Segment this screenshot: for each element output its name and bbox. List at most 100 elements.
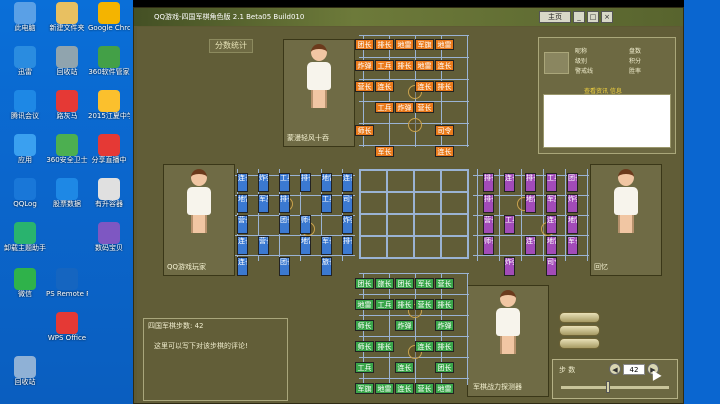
prev-step-button[interactable]: ◀: [609, 363, 621, 375]
desktop-icon[interactable]: 360安全卫士: [46, 134, 88, 164]
chess-piece[interactable]: 工兵: [375, 102, 394, 113]
chess-piece[interactable]: 工兵: [279, 173, 290, 192]
chess-piece[interactable]: 连长: [546, 215, 557, 234]
desktop-icon[interactable]: 卸载主题助手: [4, 222, 46, 252]
chess-piece[interactable]: 军旗: [355, 383, 374, 394]
chess-piece[interactable]: 营长: [415, 299, 434, 310]
chess-piece[interactable]: 团长: [355, 39, 374, 50]
replay-pill-1[interactable]: [559, 312, 600, 323]
chess-piece[interactable]: 营长: [435, 278, 454, 289]
chess-piece[interactable]: 地雷: [546, 236, 557, 255]
chess-piece[interactable]: 地雷: [525, 194, 536, 213]
chess-piece[interactable]: 连长: [504, 173, 515, 192]
chess-piece[interactable]: 排长: [279, 194, 290, 213]
chess-piece[interactable]: 军旗: [546, 194, 557, 213]
chess-piece[interactable]: 排长: [435, 299, 454, 310]
chess-piece[interactable]: 连长: [415, 341, 434, 352]
chess-piece[interactable]: 工兵: [321, 194, 332, 213]
chess-piece[interactable]: 团长: [435, 362, 454, 373]
chess-piece[interactable]: 司令: [342, 194, 353, 213]
chess-piece[interactable]: 排长: [525, 173, 536, 192]
close-button[interactable]: ×: [601, 11, 613, 23]
chess-piece[interactable]: 连长: [435, 146, 454, 157]
desktop-icon[interactable]: 股票数据: [46, 178, 88, 208]
chess-piece[interactable]: 连长: [237, 173, 248, 192]
chess-piece[interactable]: 连长: [395, 362, 414, 373]
chess-piece[interactable]: 团长: [395, 278, 414, 289]
chess-piece[interactable]: 地雷: [395, 39, 414, 50]
chess-piece[interactable]: 连长: [375, 81, 394, 92]
chess-piece[interactable]: 连长: [237, 257, 248, 276]
desktop-icon[interactable]: WPS Office: [46, 312, 88, 342]
desktop-icon[interactable]: 腾讯会议: [4, 90, 46, 120]
chess-piece[interactable]: 连长: [525, 236, 536, 255]
chess-piece[interactable]: 团长: [567, 173, 578, 192]
chess-piece[interactable]: 炸弹: [342, 215, 353, 234]
comment-placeholder[interactable]: 这里可以写下对该步棋的评论!: [154, 341, 248, 351]
chess-piece[interactable]: 军长: [415, 278, 434, 289]
chess-piece[interactable]: 工兵: [375, 60, 394, 71]
step-number-input[interactable]: 42: [623, 364, 645, 375]
chess-piece[interactable]: 地雷: [375, 383, 394, 394]
desktop-icon[interactable]: 此电脑: [4, 2, 46, 32]
title-bar[interactable]: QQ游戏-四国军棋角色版 2.1 Beta05 Build010 主页 _ □ …: [134, 8, 683, 26]
chess-piece[interactable]: 旅长: [321, 257, 332, 276]
chess-piece[interactable]: 排长: [300, 173, 311, 192]
desktop-icon[interactable]: 回收站: [46, 46, 88, 76]
chess-piece[interactable]: 排长: [395, 299, 414, 310]
chess-piece[interactable]: 炸弹: [504, 257, 515, 276]
chess-piece[interactable]: 师长: [355, 341, 374, 352]
chess-piece[interactable]: 连长: [237, 236, 248, 255]
chess-piece[interactable]: 工兵: [355, 362, 374, 373]
chess-piece[interactable]: 师长: [355, 320, 374, 331]
minimize-button[interactable]: _: [573, 11, 585, 23]
desktop-icon[interactable]: Google Chrome: [88, 2, 130, 32]
chess-piece[interactable]: 地雷: [300, 236, 311, 255]
desktop-icon[interactable]: 微信: [4, 268, 46, 298]
chess-piece[interactable]: 地雷: [355, 299, 374, 310]
desktop-icon[interactable]: 数码宝贝: [88, 222, 130, 252]
chess-piece[interactable]: 工兵: [375, 299, 394, 310]
home-button[interactable]: 主页: [539, 11, 571, 23]
chess-piece[interactable]: 军旗: [258, 194, 269, 213]
desktop-icon[interactable]: 迅雷: [4, 46, 46, 76]
chess-piece[interactable]: 连长: [435, 60, 454, 71]
chess-piece[interactable]: 师长: [483, 236, 494, 255]
chess-piece[interactable]: 排长: [483, 194, 494, 213]
chess-piece[interactable]: 排长: [483, 173, 494, 192]
chess-piece[interactable]: 排长: [435, 341, 454, 352]
chess-piece[interactable]: 地雷: [435, 383, 454, 394]
chess-piece[interactable]: 炸弹: [435, 320, 454, 331]
desktop-icon[interactable]: 分享直播中: [88, 134, 130, 164]
desktop-icon[interactable]: QQLog: [4, 178, 46, 208]
maximize-button[interactable]: □: [587, 11, 599, 23]
chess-piece[interactable]: 司令: [546, 257, 557, 276]
chess-piece[interactable]: 排长: [342, 236, 353, 255]
chess-piece[interactable]: 地雷: [567, 215, 578, 234]
chess-piece[interactable]: 军长: [567, 236, 578, 255]
chess-piece[interactable]: 炸弹: [258, 173, 269, 192]
desktop-icon[interactable]: 回收站: [4, 356, 46, 386]
chess-piece[interactable]: 团长: [279, 257, 290, 276]
desktop-icon[interactable]: 2015江夏中学数据: [88, 90, 130, 120]
chess-piece[interactable]: 营长: [237, 215, 248, 234]
chess-piece[interactable]: 团长: [279, 215, 290, 234]
chess-piece[interactable]: 地雷: [321, 173, 332, 192]
chess-piece[interactable]: 排长: [375, 341, 394, 352]
chess-piece[interactable]: 排长: [435, 81, 454, 92]
chess-piece[interactable]: 营长: [415, 383, 434, 394]
chess-piece[interactable]: 炸弹: [567, 194, 578, 213]
step-slider-track[interactable]: [561, 386, 669, 389]
step-slider-knob[interactable]: [606, 381, 610, 393]
chess-piece[interactable]: 团长: [355, 278, 374, 289]
stats-button[interactable]: 分数统计: [209, 39, 253, 53]
chess-piece[interactable]: 炸弹: [395, 320, 414, 331]
chess-piece[interactable]: 军旗: [415, 39, 434, 50]
chess-piece[interactable]: 连长: [395, 383, 414, 394]
replay-pill-2[interactable]: [559, 325, 600, 336]
chess-piece[interactable]: 炸弹: [395, 102, 414, 113]
chess-piece[interactable]: 司令: [435, 125, 454, 136]
chess-piece[interactable]: 排长: [395, 60, 414, 71]
chess-piece[interactable]: 师长: [355, 125, 374, 136]
replay-pill-3[interactable]: [559, 338, 600, 349]
